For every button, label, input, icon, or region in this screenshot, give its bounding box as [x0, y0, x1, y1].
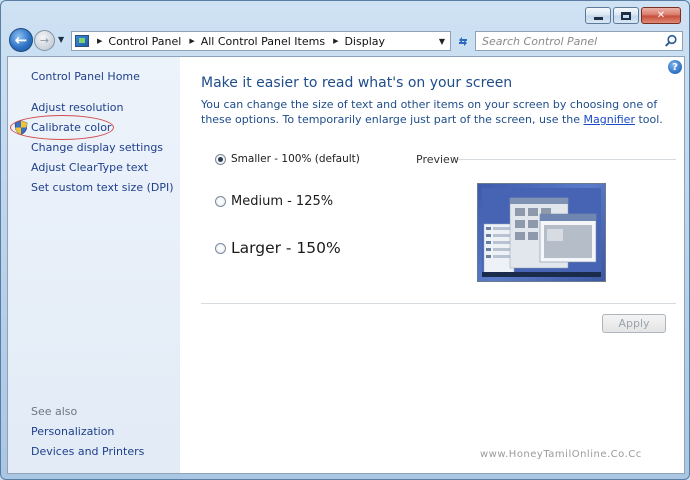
sidebar-control-panel-home[interactable]: Control Panel Home: [31, 70, 140, 83]
address-dropdown-button[interactable]: ▼: [434, 32, 450, 50]
close-icon: ✕: [656, 10, 666, 21]
section-divider: [201, 303, 676, 304]
page-description: You can change the size of text and othe…: [201, 97, 671, 127]
forward-arrow-icon: →: [39, 34, 50, 47]
sidebar-item-adjust-resolution[interactable]: Adjust resolution: [31, 101, 124, 114]
preview-screen-image: [482, 188, 601, 277]
maximize-icon: [621, 11, 631, 20]
magnifier-link[interactable]: Magnifier: [584, 113, 635, 126]
chevron-right-icon[interactable]: ▶: [333, 37, 338, 45]
recent-pages-dropdown[interactable]: ▼: [58, 35, 64, 44]
window-controls: ✕: [585, 7, 681, 24]
search-box[interactable]: [475, 31, 683, 51]
search-icon[interactable]: [664, 34, 678, 48]
breadcrumb-all-items[interactable]: All Control Panel Items: [201, 35, 325, 48]
back-button[interactable]: ←: [9, 28, 33, 52]
breadcrumb: ▶ Control Panel ▶ All Control Panel Item…: [89, 35, 385, 48]
apply-button[interactable]: Apply: [602, 314, 666, 333]
radio-smaller[interactable]: [215, 153, 226, 165]
close-button[interactable]: ✕: [641, 7, 681, 24]
sidebar-item-change-display-settings[interactable]: Change display settings: [31, 141, 163, 154]
option-medium[interactable]: Medium - 125%: [215, 194, 333, 209]
sidebar-item-custom-text-size[interactable]: Set custom text size (DPI): [31, 181, 174, 194]
sidebar: Control Panel Home Adjust resolution Cal…: [8, 57, 180, 473]
forward-button[interactable]: →: [34, 30, 55, 51]
control-panel-window: ✕ ← → ▼ ▶ Control Panel ▶ All Control Pa…: [0, 0, 690, 480]
radio-medium[interactable]: [215, 196, 226, 207]
content-area: Control Panel Home Adjust resolution Cal…: [7, 56, 685, 474]
sidebar-item-adjust-cleartype[interactable]: Adjust ClearType text: [31, 161, 148, 174]
option-smaller[interactable]: Smaller - 100% (default): [215, 153, 360, 165]
radio-larger[interactable]: [215, 242, 226, 254]
breadcrumb-control-panel[interactable]: Control Panel: [108, 35, 181, 48]
back-arrow-icon: ←: [14, 31, 28, 49]
refresh-icon: [459, 37, 467, 46]
main-panel: ? Make it easier to read what's on your …: [180, 57, 686, 473]
description-tail: tool.: [634, 113, 663, 126]
control-panel-icon: [75, 35, 89, 47]
chevron-right-icon[interactable]: ▶: [97, 37, 102, 45]
see-also-label: See also: [31, 405, 78, 418]
preview-divider: [458, 159, 676, 160]
breadcrumb-display[interactable]: Display: [344, 35, 385, 48]
watermark: www.HoneyTamilOnline.Co.Cc: [480, 449, 642, 460]
preview-image: [477, 183, 606, 282]
chevron-right-icon[interactable]: ▶: [189, 37, 194, 45]
help-icon[interactable]: ?: [668, 60, 682, 74]
navigation-bar: ← → ▼ ▶ Control Panel ▶ All Control Pane…: [7, 28, 687, 54]
option-smaller-label: Smaller - 100% (default): [231, 153, 360, 165]
option-medium-label: Medium - 125%: [231, 194, 334, 209]
option-larger[interactable]: Larger - 150%: [215, 239, 341, 257]
minimize-icon: [593, 17, 603, 20]
maximize-button[interactable]: [613, 7, 639, 24]
search-input[interactable]: [482, 34, 662, 48]
address-bar[interactable]: ▶ Control Panel ▶ All Control Panel Item…: [71, 31, 451, 51]
page-title: Make it easier to read what's on your sc…: [201, 75, 513, 91]
refresh-button[interactable]: [453, 31, 473, 51]
annotation-circle: [10, 115, 114, 140]
option-larger-label: Larger - 150%: [231, 239, 341, 257]
sidebar-item-devices-printers[interactable]: Devices and Printers: [31, 445, 144, 458]
sidebar-item-personalization[interactable]: Personalization: [31, 425, 114, 438]
minimize-button[interactable]: [585, 7, 611, 24]
preview-label: Preview: [416, 153, 459, 166]
title-bar: ✕: [1, 1, 689, 27]
